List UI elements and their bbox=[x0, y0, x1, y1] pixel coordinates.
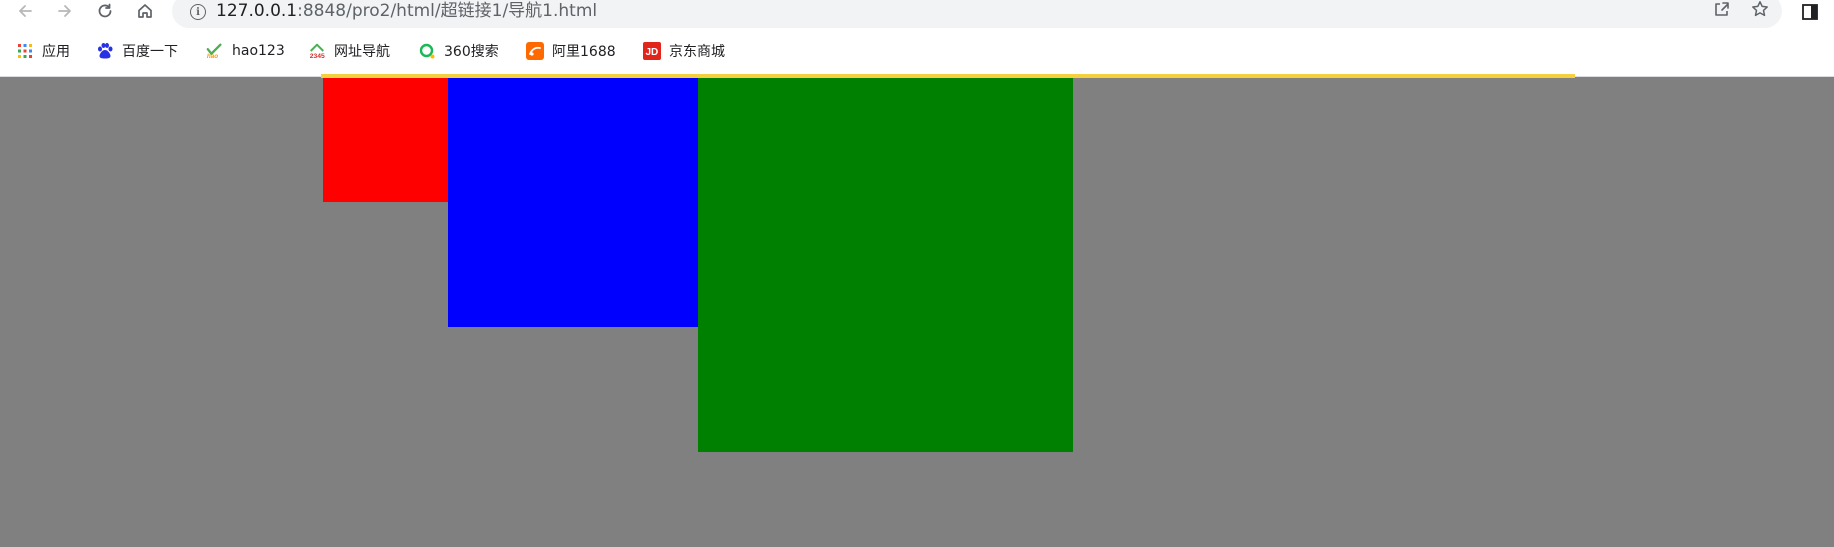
bookmark-star-icon[interactable] bbox=[1748, 0, 1772, 21]
ali1688-icon bbox=[526, 42, 544, 60]
apps-grid-icon bbox=[16, 42, 34, 60]
bookmark-hao123[interactable]: hao hao123 bbox=[206, 38, 285, 64]
baidu-paw-icon bbox=[96, 42, 114, 60]
bookmark-label: 百度一下 bbox=[122, 44, 178, 60]
home-icon[interactable] bbox=[132, 0, 158, 22]
bookmark-label: 京东商城 bbox=[669, 44, 725, 60]
share-icon[interactable] bbox=[1710, 0, 1734, 21]
address-bar[interactable]: i 127.0.0.1:8848/pro2/html/超链接1/导航1.html bbox=[172, 0, 1782, 28]
url-host: 127.0.0.1 bbox=[216, 1, 298, 21]
green-box bbox=[698, 78, 1073, 452]
site-info-icon[interactable]: i bbox=[190, 4, 206, 20]
jd-icon: JD bbox=[643, 42, 661, 60]
hao123-icon: hao bbox=[206, 42, 224, 60]
bookmark-label: 应用 bbox=[42, 44, 70, 60]
bookmark-baidu[interactable]: 百度一下 bbox=[96, 38, 178, 64]
browser-toolbar: i 127.0.0.1:8848/pro2/html/超链接1/导航1.html bbox=[0, 0, 1834, 28]
bookmarks-bar: 应用 百度一下 hao hao123 2345 网址导航 360搜索 阿里168… bbox=[0, 36, 1834, 66]
svg-text:2345: 2345 bbox=[310, 53, 325, 60]
bookmark-jd[interactable]: JD 京东商城 bbox=[643, 38, 725, 64]
side-panel-icon[interactable] bbox=[1798, 0, 1822, 24]
forward-icon[interactable] bbox=[52, 0, 78, 22]
url-path: :8848/pro2/html/超链接1/导航1.html bbox=[297, 1, 598, 21]
url-text[interactable]: 127.0.0.1:8848/pro2/html/超链接1/导航1.html bbox=[216, 0, 597, 21]
red-box bbox=[323, 78, 448, 202]
back-icon[interactable] bbox=[12, 0, 38, 22]
blue-box bbox=[448, 78, 698, 327]
360-search-icon bbox=[418, 42, 436, 60]
2345-icon: 2345 bbox=[308, 42, 326, 60]
bookmark-label: 阿里1688 bbox=[552, 44, 616, 60]
browser-chrome: i 127.0.0.1:8848/pro2/html/超链接1/导航1.html bbox=[0, 0, 1834, 78]
svg-text:hao: hao bbox=[207, 53, 218, 60]
bookmark-1688[interactable]: 阿里1688 bbox=[526, 38, 616, 64]
bookmark-label: 网址导航 bbox=[334, 44, 390, 60]
reload-icon[interactable] bbox=[92, 0, 118, 22]
bookmark-apps[interactable]: 应用 bbox=[16, 38, 70, 64]
bookmark-label: hao123 bbox=[232, 43, 285, 59]
bookmark-label: 360搜索 bbox=[444, 44, 499, 60]
bookmark-2345[interactable]: 2345 网址导航 bbox=[308, 38, 390, 64]
bookmark-360[interactable]: 360搜索 bbox=[418, 38, 499, 64]
svg-text:JD: JD bbox=[646, 47, 659, 58]
